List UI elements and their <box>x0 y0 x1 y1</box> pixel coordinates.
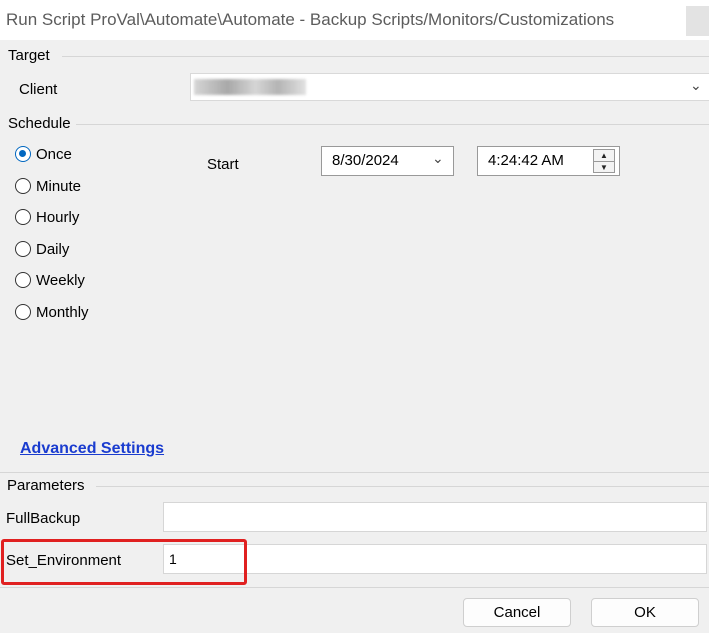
time-spinner[interactable]: ▲ ▼ <box>593 149 615 173</box>
radio-daily-label: Daily <box>36 240 70 258</box>
radio-once-label: Once <box>36 145 72 163</box>
schedule-section-label: Schedule <box>8 115 71 132</box>
ok-button[interactable]: OK <box>591 598 699 627</box>
radio-minute-label: Minute <box>36 177 82 195</box>
spin-down-icon[interactable]: ▼ <box>594 161 614 173</box>
target-divider <box>62 56 709 57</box>
target-section-label: Target <box>8 47 50 64</box>
date-chevron-down-icon[interactable]: ⌄ <box>432 150 444 167</box>
start-date-value: 8/30/2024 <box>332 152 399 169</box>
radio-once[interactable]: Once <box>15 143 72 165</box>
start-label: Start <box>207 156 239 173</box>
radio-daily[interactable]: Daily <box>15 238 69 260</box>
radio-monthly-icon[interactable] <box>15 304 31 320</box>
close-button[interactable] <box>686 6 709 36</box>
param-fullbackup-label: FullBackup <box>6 510 81 527</box>
param-fullbackup-input[interactable] <box>163 502 707 532</box>
radio-daily-icon[interactable] <box>15 241 31 257</box>
start-time-value: 4:24:42 AM <box>488 152 564 169</box>
parameters-top-divider <box>0 472 709 473</box>
radio-minute-icon[interactable] <box>15 178 31 194</box>
advanced-settings-link[interactable]: Advanced Settings <box>20 440 164 458</box>
radio-monthly[interactable]: Monthly <box>15 301 89 323</box>
schedule-divider <box>76 124 709 125</box>
parameters-section-label: Parameters <box>7 477 85 494</box>
highlight-box <box>1 539 247 585</box>
radio-minute[interactable]: Minute <box>15 175 81 197</box>
client-label: Client <box>19 81 58 98</box>
parameters-divider <box>96 486 709 487</box>
radio-hourly[interactable]: Hourly <box>15 206 79 228</box>
radio-hourly-icon[interactable] <box>15 209 31 225</box>
radio-once-icon[interactable] <box>15 146 31 162</box>
radio-monthly-label: Monthly <box>36 303 89 321</box>
client-redacted-value <box>194 79 306 95</box>
radio-hourly-label: Hourly <box>36 208 80 226</box>
buttons-divider <box>0 587 709 588</box>
radio-weekly[interactable]: Weekly <box>15 269 85 291</box>
window-title: Run Script ProVal\Automate\Automate - Ba… <box>0 0 709 40</box>
radio-weekly-label: Weekly <box>36 271 85 289</box>
cancel-button[interactable]: Cancel <box>463 598 571 627</box>
chevron-down-icon[interactable]: ⌄ <box>690 77 702 94</box>
radio-weekly-icon[interactable] <box>15 272 31 288</box>
spin-up-icon[interactable]: ▲ <box>594 150 614 161</box>
